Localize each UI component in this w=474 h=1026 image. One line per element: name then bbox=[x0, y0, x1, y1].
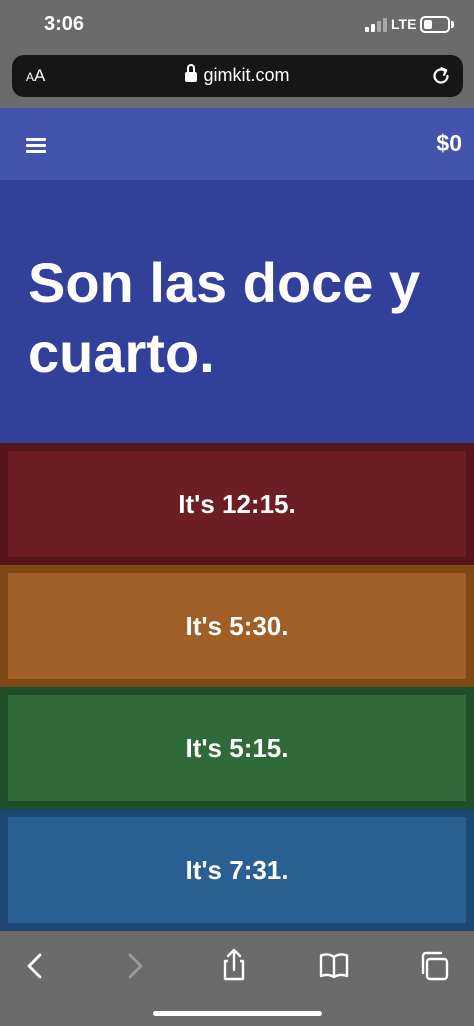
home-indicator bbox=[153, 1011, 322, 1016]
back-icon[interactable] bbox=[14, 944, 58, 988]
answer-option-4[interactable]: It's 7:31. bbox=[0, 809, 474, 931]
signal-icon bbox=[365, 18, 387, 32]
answer-option-3[interactable]: It's 5:15. bbox=[0, 687, 474, 809]
status-bar: 3:06 LTE bbox=[0, 0, 474, 52]
app-header: $0 bbox=[0, 108, 474, 180]
answer-option-1[interactable]: It's 12:15. bbox=[0, 443, 474, 565]
battery-tip bbox=[451, 21, 454, 28]
url-bar[interactable]: AA gimkit.com bbox=[12, 55, 463, 97]
bookmarks-icon[interactable] bbox=[312, 944, 356, 988]
battery-icon bbox=[420, 16, 450, 33]
answer-label: It's 12:15. bbox=[178, 488, 296, 519]
answer-label: It's 5:15. bbox=[185, 732, 289, 763]
answer-label: It's 5:30. bbox=[185, 610, 289, 641]
question-panel: Son las doce y cuarto. bbox=[0, 180, 474, 443]
answer-option-2[interactable]: It's 5:30. bbox=[0, 565, 474, 687]
url-text: gimkit.com bbox=[203, 65, 290, 85]
url-display[interactable]: gimkit.com bbox=[12, 64, 463, 86]
money-balance: $0 bbox=[436, 130, 462, 156]
network-type: LTE bbox=[391, 16, 417, 32]
question-text: Son las doce y cuarto. bbox=[28, 251, 421, 384]
answer-label: It's 7:31. bbox=[185, 854, 289, 885]
reload-icon[interactable] bbox=[429, 64, 453, 88]
forward-icon[interactable] bbox=[112, 944, 156, 988]
status-time: 3:06 bbox=[44, 13, 85, 35]
share-icon[interactable] bbox=[212, 944, 256, 988]
lock-icon bbox=[185, 64, 198, 82]
tabs-icon[interactable] bbox=[412, 944, 456, 988]
menu-icon[interactable] bbox=[24, 136, 48, 154]
